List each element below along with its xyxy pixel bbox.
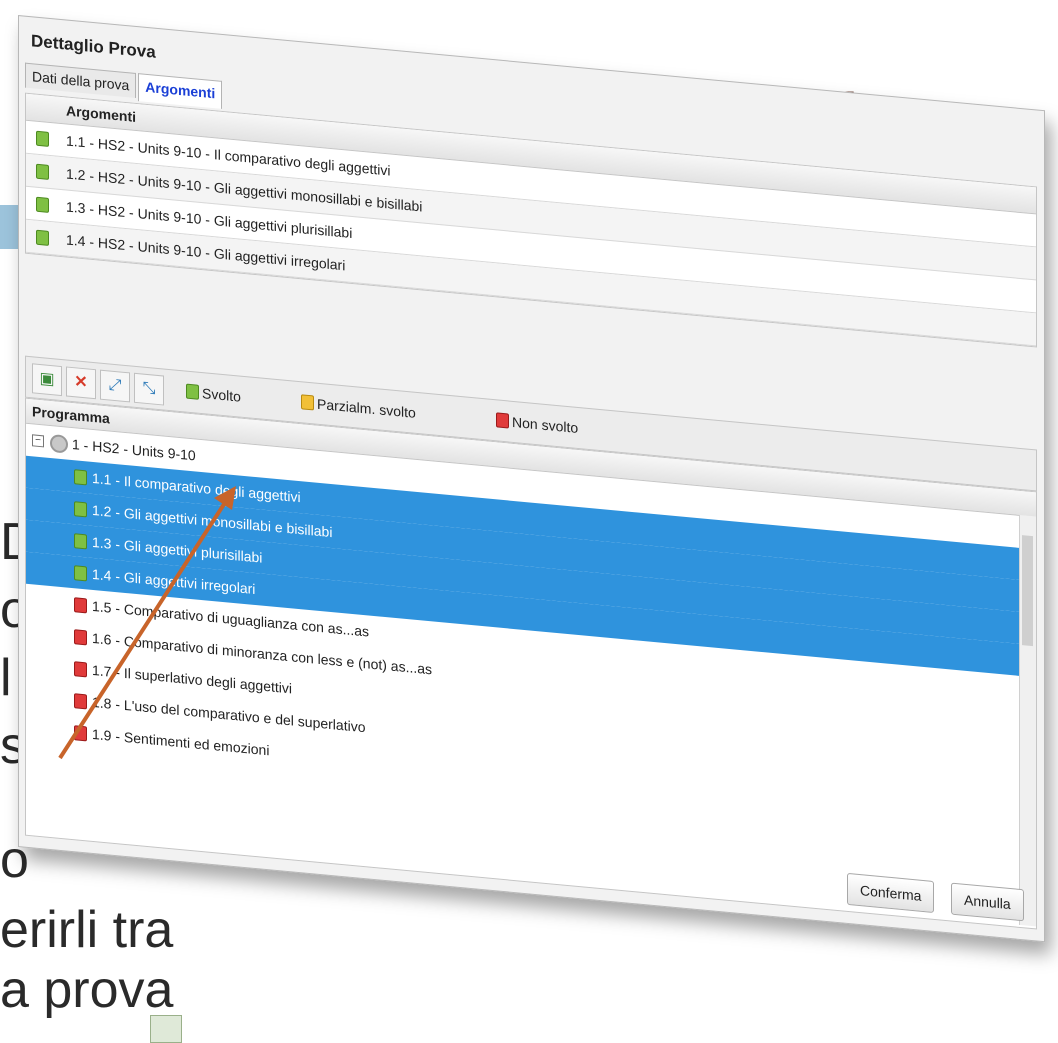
arrow-head-icon bbox=[214, 486, 236, 510]
annotation-arrow bbox=[58, 486, 236, 760]
arrow-shaft bbox=[58, 496, 230, 760]
